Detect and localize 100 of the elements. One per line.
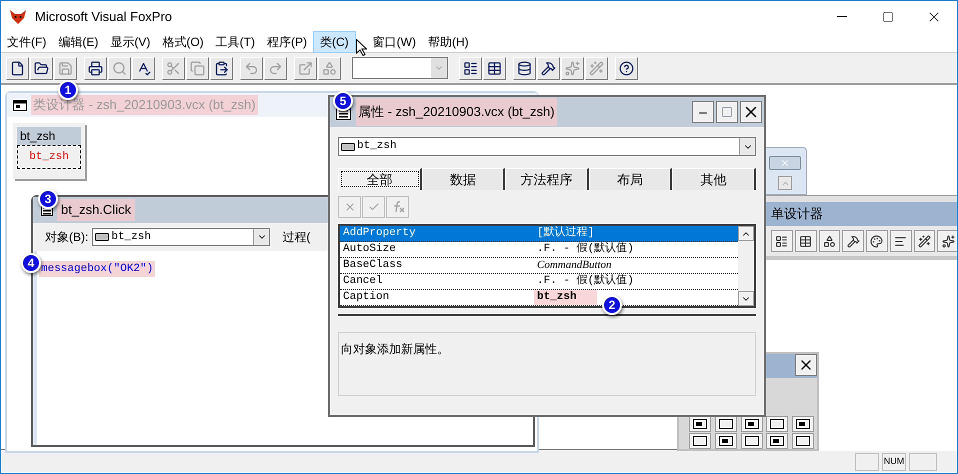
- status-indicator: [855, 452, 879, 470]
- window-title: bt_zsh.Click: [57, 199, 136, 221]
- sparkle-icon: [565, 60, 580, 76]
- property-row[interactable]: AddProperty [默认过程]: [340, 226, 738, 242]
- close-icon: [780, 158, 790, 168]
- toolbar-button[interactable]: [792, 433, 814, 449]
- num-lock-indicator: NUM: [882, 452, 906, 470]
- maximize-icon: [882, 10, 894, 22]
- database-icon: [517, 60, 532, 76]
- question-icon: [619, 60, 634, 76]
- toolbar-button[interactable]: [740, 416, 763, 432]
- property-value: bt_zsh: [534, 290, 597, 305]
- window-title: 类设计器 - zsh_20210903.vcx (bt_zsh): [31, 95, 258, 115]
- sparkle-icon: [942, 234, 955, 248]
- cancel-icon: [344, 201, 356, 213]
- window-title: Microsoft Visual FoxPro: [35, 8, 172, 26]
- printer-icon: [88, 60, 103, 76]
- toolbar-button[interactable]: [766, 416, 788, 432]
- tab[interactable]: 布局: [588, 168, 672, 190]
- table-icon: [487, 60, 502, 76]
- property-value: CommandButton: [536, 258, 613, 273]
- toolbar-button[interactable]: [689, 433, 711, 449]
- minimize-icon: [837, 16, 847, 17]
- description-text: 向对象添加新属性。: [341, 342, 449, 356]
- object-value: bt_zsh: [357, 139, 397, 154]
- hammer-icon: [541, 60, 556, 76]
- toolbar-button[interactable]: [937, 230, 957, 252]
- cursor-icon: [356, 39, 367, 56]
- toolbar-button[interactable]: [740, 433, 763, 449]
- property-name: Caption: [342, 290, 390, 305]
- property-name: BaseClass: [342, 258, 404, 273]
- tab[interactable]: 数据: [422, 168, 506, 190]
- undo-icon: [244, 60, 259, 76]
- floppy-icon: [58, 60, 73, 76]
- field-label: 过程(: [282, 229, 310, 246]
- toolbar-button[interactable]: [914, 230, 936, 252]
- toolbar-button[interactable]: [714, 416, 737, 432]
- class-name: bt_zsh: [17, 127, 81, 145]
- close-button[interactable]: [740, 101, 762, 123]
- maximize-icon: [721, 106, 733, 118]
- page-icon: [10, 60, 25, 76]
- tab[interactable]: 方法程序: [505, 168, 589, 190]
- align-left-icon: [894, 234, 908, 248]
- shapes-icon: [822, 234, 836, 248]
- button-icon: [341, 142, 355, 150]
- window-title: 属性 - zsh_20210903.vcx (bt_zsh): [356, 98, 557, 126]
- tab[interactable]: 全部: [338, 168, 422, 190]
- status-indicator: [909, 452, 937, 470]
- clipboard-icon: [214, 60, 229, 76]
- menu-item[interactable]: 工具(T): [210, 32, 261, 52]
- redo-icon: [268, 60, 283, 76]
- wand-icon: [589, 60, 604, 76]
- check-icon: [368, 201, 380, 213]
- object-value: bt_zsh: [111, 230, 151, 245]
- hammer-icon: [846, 234, 860, 248]
- object-dropdown[interactable]: bt_zsh: [338, 137, 756, 156]
- menu-item[interactable]: 格式(O): [156, 32, 210, 52]
- property-row[interactable]: BaseClass CommandButton: [340, 258, 738, 274]
- scrollbar[interactable]: [738, 226, 754, 306]
- command-button[interactable]: bt_zsh: [17, 145, 81, 169]
- property-value: .F. - 假(默认值): [536, 274, 635, 289]
- close-button[interactable]: [795, 354, 817, 376]
- minimize-button[interactable]: [692, 101, 714, 123]
- menu-item[interactable]: 程序(P): [260, 32, 313, 52]
- spellcheck-icon: [136, 60, 151, 76]
- toolbar-button[interactable]: [714, 433, 737, 449]
- toolbar-button[interactable]: [689, 416, 711, 432]
- toolbar-button[interactable]: [866, 230, 888, 252]
- property-row[interactable]: AutoSize .F. - 假(默认值): [340, 242, 738, 258]
- copy-icon: [190, 60, 205, 76]
- menu-item[interactable]: 文件(F): [1, 32, 52, 52]
- button-icon: [95, 233, 110, 241]
- palette-icon: [870, 234, 884, 248]
- wand-icon: [918, 234, 931, 248]
- toolbar-button[interactable]: [766, 433, 788, 449]
- toolbar-button[interactable]: [890, 230, 912, 252]
- property-name: AddProperty: [342, 226, 417, 241]
- window-title: 单设计器: [771, 205, 823, 224]
- menu-item[interactable]: 窗口(W): [366, 32, 422, 52]
- folder-icon: [34, 60, 49, 76]
- object-dropdown[interactable]: bt_zsh: [92, 228, 270, 246]
- scissors-icon: [166, 60, 181, 76]
- fox-icon: [9, 8, 27, 24]
- menu-item[interactable]: 编辑(E): [52, 32, 104, 52]
- toolbar-button[interactable]: [792, 416, 814, 432]
- tab[interactable]: 其他: [672, 168, 756, 190]
- property-name: AutoSize: [342, 242, 397, 257]
- toolbar-button[interactable]: [771, 230, 793, 252]
- toolbar-button[interactable]: [818, 230, 840, 252]
- menu-item[interactable]: 帮助(H): [422, 32, 475, 52]
- toolbar-button[interactable]: [842, 230, 864, 252]
- toolbar-button[interactable]: [794, 230, 816, 252]
- magnifier-icon: [112, 60, 127, 76]
- property-name: Cancel: [342, 274, 384, 289]
- table-icon: [799, 234, 812, 248]
- menu-item[interactable]: 显示(V): [104, 32, 156, 52]
- property-value: [默认过程]: [536, 226, 596, 241]
- menu-item[interactable]: 类(C): [312, 31, 356, 53]
- field-label: 对象(B):: [45, 229, 88, 246]
- property-value: .F. - 假(默认值): [536, 242, 635, 257]
